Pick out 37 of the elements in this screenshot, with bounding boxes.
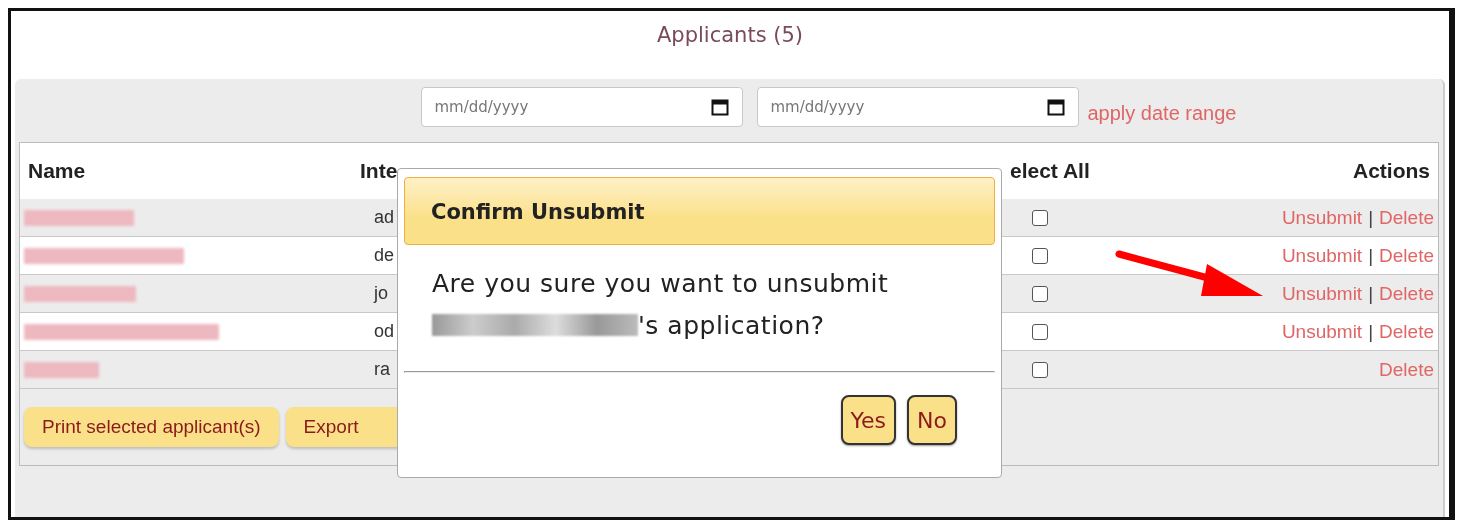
row-checkbox[interactable] (1032, 285, 1048, 302)
separator: | (1368, 282, 1374, 305)
action-link[interactable]: Delete (1379, 282, 1434, 305)
action-link[interactable]: Unsubmit (1281, 206, 1363, 229)
dialog-title: Confirm Unsubmit (431, 200, 645, 224)
dialog-message: Are you sure you want to unsubmit 's application? (431, 268, 890, 342)
date-field[interactable]: mm/dd/yyyy (757, 87, 1080, 127)
page-title: Applicants (5) (657, 23, 803, 47)
calendar-icon[interactable] (1047, 98, 1066, 116)
no-button[interactable]: No (907, 395, 957, 445)
column-header: Inte (360, 159, 399, 183)
table-cell-text: de (373, 245, 396, 266)
row-checkbox[interactable] (1032, 361, 1048, 378)
action-link[interactable]: Delete (1379, 320, 1434, 343)
action-link[interactable]: Unsubmit (1281, 282, 1363, 305)
date-field[interactable]: mm/dd/yyyy (421, 87, 744, 127)
calendar-icon[interactable] (711, 98, 730, 116)
action-link[interactable]: Unsubmit (1281, 320, 1363, 343)
row-checkbox[interactable] (1032, 323, 1048, 340)
column-header: Actions (1352, 159, 1431, 183)
action-link[interactable]: Delete (1379, 358, 1434, 381)
table-cell-text: ad (373, 207, 396, 228)
action-link[interactable]: Delete (1379, 244, 1434, 267)
table-cell-text: od (373, 321, 396, 342)
separator: | (1368, 244, 1374, 267)
action-link[interactable]: Delete (1379, 206, 1434, 229)
table-cell-text: ra (373, 359, 391, 380)
separator: | (1368, 320, 1374, 343)
action-link[interactable]: Unsubmit (1281, 244, 1363, 267)
row-checkbox[interactable] (1032, 247, 1048, 264)
yes-button[interactable]: Yes (840, 395, 897, 445)
row-checkbox[interactable] (1032, 209, 1048, 226)
print-button[interactable]: Print selected applicant(s) (24, 407, 279, 447)
table-cell-text: jo (372, 283, 389, 304)
apply-date-range-link[interactable]: apply date range (1087, 101, 1237, 125)
column-header: Name (27, 159, 87, 183)
separator: | (1368, 206, 1374, 229)
